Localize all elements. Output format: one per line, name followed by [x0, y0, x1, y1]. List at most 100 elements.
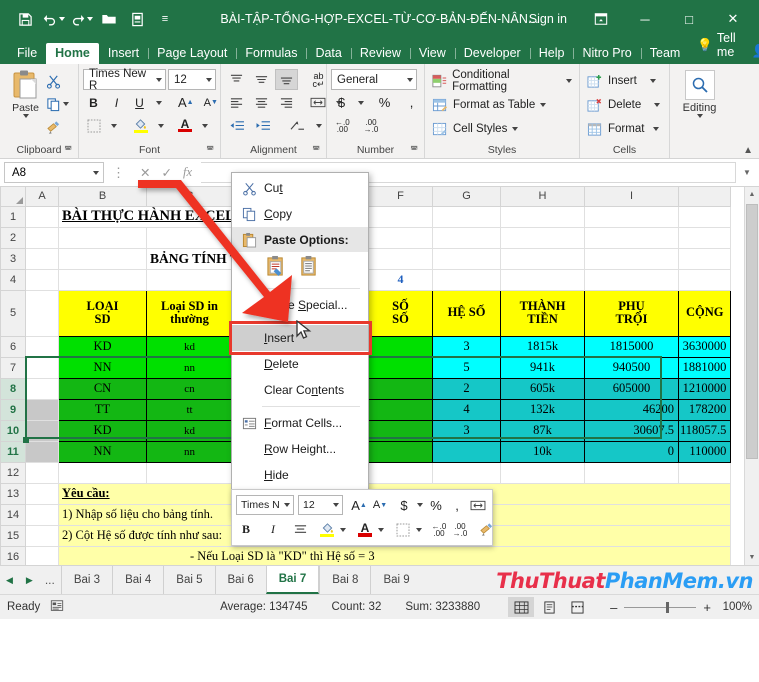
decrease-decimal-button[interactable]: .00 →.0 — [360, 115, 383, 136]
cell-so-7[interactable] — [368, 356, 433, 379]
save-icon[interactable] — [12, 6, 38, 32]
mini-font-size-combo[interactable]: 12 — [298, 495, 343, 516]
row-header-2[interactable]: 2 — [0, 226, 26, 249]
accounting-dropdown-icon[interactable] — [354, 92, 368, 113]
tab-help[interactable]: Help — [529, 43, 574, 65]
fill-color-dropdown-icon[interactable] — [154, 115, 168, 136]
format-painter-button[interactable] — [44, 117, 71, 137]
cell-h4[interactable] — [500, 268, 585, 291]
cell-a5[interactable] — [25, 289, 59, 337]
zoom-out-button[interactable]: – — [610, 600, 617, 615]
font-dialog-launcher-icon[interactable]: ◚ — [206, 142, 214, 157]
scrollbar-thumb[interactable] — [746, 204, 758, 459]
cell-j1[interactable] — [677, 205, 732, 228]
format-cells-button[interactable]: Format — [584, 118, 662, 140]
cell-heso-10[interactable]: 3 — [432, 419, 501, 442]
cell-styles-button[interactable]: Cell Styles — [429, 118, 521, 140]
cell-i3[interactable] — [584, 247, 679, 270]
row-header-3[interactable]: 3 — [0, 247, 26, 270]
sheet-tab-bai-4[interactable]: Bai 4 — [112, 566, 164, 594]
row-header-6[interactable]: 6 — [0, 335, 26, 358]
cell-a11[interactable] — [25, 440, 59, 463]
cell-so-11[interactable] — [368, 440, 433, 463]
cell-cong-8[interactable]: 1210000 — [677, 377, 732, 400]
context-menu-item-copy[interactable]: Copy — [232, 201, 368, 227]
cell-so-6[interactable] — [368, 335, 433, 358]
cell-h12[interactable] — [500, 461, 585, 484]
cell-inthuong-10[interactable]: kd — [146, 419, 233, 442]
sign-in-link[interactable]: Sign in — [517, 12, 579, 26]
cell-g12[interactable] — [432, 461, 501, 484]
alignment-dialog-launcher-icon[interactable]: ◚ — [312, 142, 320, 157]
orientation-dropdown-icon[interactable] — [312, 115, 326, 136]
table-header-loai-sd-in-thuong[interactable]: Loại SD in thường — [146, 289, 233, 337]
cell-loai-10[interactable]: KD — [58, 419, 147, 442]
cell-j4[interactable] — [677, 268, 732, 291]
cell-a12[interactable] — [25, 461, 59, 484]
cell-i1[interactable] — [584, 205, 679, 228]
cell-cong-11[interactable]: 110000 — [677, 440, 732, 463]
cell-inthuong-11[interactable]: nn — [146, 440, 233, 463]
cell-heso-6[interactable]: 3 — [432, 335, 501, 358]
cell-a10[interactable] — [25, 419, 59, 442]
print-preview-icon[interactable] — [124, 6, 150, 32]
select-all-corner[interactable] — [0, 187, 26, 207]
cell-cong-9[interactable]: 178200 — [677, 398, 732, 421]
tab-page-layout[interactable]: Page Layout — [148, 43, 236, 65]
column-header-g[interactable]: G — [432, 187, 501, 207]
delete-cells-button[interactable]: Delete — [584, 94, 663, 116]
font-size-combo[interactable]: 12 — [168, 69, 216, 90]
decrease-indent-button[interactable] — [225, 115, 249, 136]
mini-font-name-combo[interactable]: Times N — [236, 495, 294, 516]
mini-fill-color-dropdown-icon[interactable] — [338, 519, 348, 540]
cell-a8[interactable] — [25, 377, 59, 400]
cell-inthuong-6[interactable]: kd — [146, 335, 233, 358]
cell-so-10[interactable] — [368, 419, 433, 442]
mini-align-center-button[interactable] — [290, 519, 310, 540]
percent-style-button[interactable]: % — [374, 92, 395, 113]
align-left-button[interactable] — [225, 92, 248, 113]
cell-cong-6[interactable]: 3630000 — [677, 335, 732, 358]
bold-button[interactable]: B — [83, 92, 104, 113]
underline-dropdown-icon[interactable] — [152, 92, 166, 113]
context-menu-item-delete[interactable]: Delete — [232, 351, 368, 377]
cell-thanhtien-9[interactable]: 132k — [500, 398, 585, 421]
copy-dropdown-icon[interactable] — [63, 102, 69, 106]
row-header-11[interactable]: 11 — [0, 440, 26, 463]
cell-a1[interactable] — [25, 205, 59, 228]
cell-inthuong-8[interactable]: cn — [146, 377, 233, 400]
mini-percent-button[interactable]: % — [426, 495, 446, 516]
mini-decrease-decimal-button[interactable]: .00 →.0 — [450, 519, 470, 540]
share-button[interactable]: 👤 Share — [744, 40, 759, 64]
enter-formula-icon[interactable]: ✓ — [161, 165, 171, 180]
cell-a3[interactable] — [25, 247, 59, 270]
cell-j3[interactable] — [677, 247, 732, 270]
row-header-16[interactable]: 16 — [0, 545, 26, 565]
minimize-button[interactable]: ─ — [623, 0, 667, 38]
mini-borders-dropdown-icon[interactable] — [414, 519, 424, 540]
editing-button[interactable]: Editing — [674, 67, 725, 118]
cell-b3[interactable] — [58, 247, 147, 270]
cell-g4[interactable] — [432, 268, 501, 291]
number-format-combo[interactable]: General — [331, 69, 417, 90]
table-header-phu-troi[interactable]: PHỤ TRỘI — [584, 289, 679, 337]
font-name-combo[interactable]: Times New R — [83, 68, 166, 92]
cell-so-8[interactable] — [368, 377, 433, 400]
cell-i4[interactable] — [584, 268, 679, 291]
format-as-table-button[interactable]: Format as Table — [429, 94, 549, 116]
insert-cells-button[interactable]: Insert — [584, 70, 659, 92]
cell-heso-9[interactable]: 4 — [432, 398, 501, 421]
row-header-13[interactable]: 13 — [0, 482, 26, 505]
maximize-button[interactable]: □ — [667, 0, 711, 38]
tab-home[interactable]: Home — [46, 42, 99, 64]
mini-italic-button[interactable]: I — [263, 519, 283, 540]
column-header-b[interactable]: B — [58, 187, 147, 207]
cell-inthuong-7[interactable]: nn — [146, 356, 233, 379]
cell-a9[interactable] — [25, 398, 59, 421]
cell-phutroi-7[interactable]: 940500 — [584, 356, 679, 379]
zoom-in-button[interactable]: + — [703, 600, 711, 615]
orientation-button[interactable] — [285, 115, 310, 136]
zoom-percentage[interactable]: 100% — [718, 601, 752, 613]
mini-borders-button[interactable] — [393, 519, 413, 540]
tab-developer[interactable]: Developer — [454, 43, 530, 65]
